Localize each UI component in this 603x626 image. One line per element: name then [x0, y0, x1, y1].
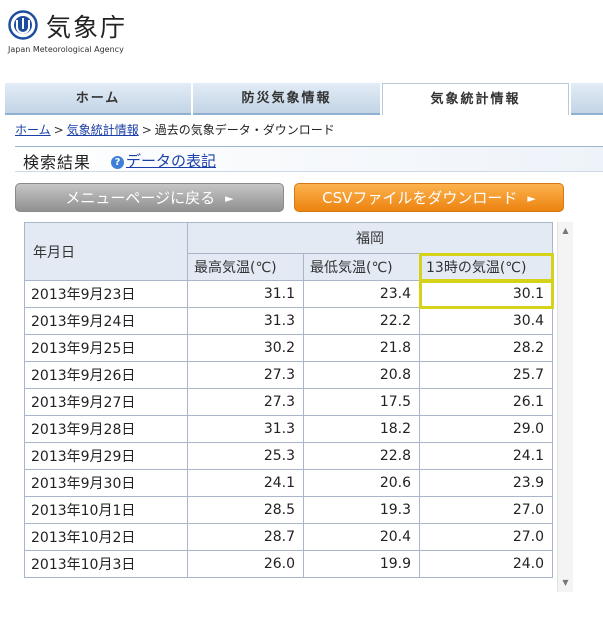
max-temp-cell: 27.3 [187, 361, 304, 389]
page-title: 検索結果 [23, 153, 92, 172]
max-temp-cell: 26.0 [187, 550, 304, 578]
max-temp-header: 最高気温(℃) [187, 253, 304, 281]
max-temp-cell: 31.3 [187, 415, 304, 443]
temp-13h-cell: 25.7 [419, 361, 553, 389]
min-temp-cell: 22.8 [303, 442, 420, 470]
date-cell: 2013年9月26日 [24, 361, 188, 389]
min-temp-cell: 22.2 [303, 307, 420, 335]
tab-disaster-weather[interactable]: 防災気象情報 [193, 83, 380, 115]
max-temp-cell: 28.5 [187, 496, 304, 524]
agency-subtitle: Japan Meteorological Agency [8, 45, 124, 54]
results-table-body: 2013年9月23日 31.1 23.4 30.1 2013年9月24日 31.3 22.2… [24, 279, 554, 578]
date-cell: 2013年9月25日 [24, 334, 188, 362]
max-temp-cell: 27.3 [187, 388, 304, 416]
temp-13h-cell: 29.0 [419, 415, 553, 443]
breadcrumb-separator: > [141, 123, 152, 137]
date-column-header: 年月日 [24, 222, 188, 281]
table-row: 2013年10月3日 26.0 19.9 24.0 [24, 550, 553, 578]
table-row: 2013年9月27日 27.3 17.5 26.1 [24, 388, 553, 416]
date-cell: 2013年9月23日 [24, 280, 188, 308]
tab-overflow [571, 83, 603, 115]
temp-13h-cell: 24.0 [419, 550, 553, 578]
csv-download-button[interactable]: CSVファイルをダウンロード ► [294, 183, 564, 212]
jma-logo[interactable]: 気象庁 Japan Meteorological Agency [8, 6, 168, 56]
scroll-down-arrow-icon[interactable]: ▼ [558, 576, 573, 590]
arrow-right-icon: ► [225, 192, 234, 205]
breadcrumb-stats-link[interactable]: 気象統計情報 [67, 123, 139, 137]
results-table-container: 年月日 福岡 最高気温(℃) 最低気温(℃) 13時の気温(℃) 2013年9月… [24, 222, 554, 578]
table-row: 2013年9月23日 31.1 23.4 30.1 [24, 279, 554, 309]
date-cell: 2013年9月28日 [24, 415, 188, 443]
max-temp-cell: 28.7 [187, 523, 304, 551]
date-cell: 2013年10月3日 [24, 550, 188, 578]
min-temp-cell: 20.6 [303, 469, 420, 497]
temp-13h-cell: 27.0 [419, 523, 553, 551]
min-temp-cell: 19.9 [303, 550, 420, 578]
results-table: 年月日 福岡 最高気温(℃) 最低気温(℃) 13時の気温(℃) 2013年9月… [24, 222, 554, 578]
temp-13h-cell: 26.1 [419, 388, 553, 416]
min-temp-cell: 19.3 [303, 496, 420, 524]
max-temp-cell: 31.3 [187, 307, 304, 335]
breadcrumb: ホーム > 気象統計情報 > 過去の気象データ・ダウンロード [15, 121, 335, 138]
scroll-up-arrow-icon[interactable]: ▲ [558, 224, 573, 238]
results-title-bar: 検索結果 ? データの表記 [15, 146, 603, 172]
min-temp-cell: 23.4 [303, 280, 420, 308]
breadcrumb-home-link[interactable]: ホーム [15, 123, 51, 137]
temp-13h-cell: 28.2 [419, 334, 553, 362]
data-notation-label: データの表記 [126, 152, 217, 170]
table-row: 2013年9月29日 25.3 22.8 24.1 [24, 442, 553, 470]
breadcrumb-separator: > [53, 123, 64, 137]
temp-13h-cell: 30.4 [419, 307, 553, 335]
agency-name: 気象庁 [46, 13, 128, 42]
question-icon: ? [111, 156, 124, 169]
arrow-right-icon: ► [527, 192, 536, 205]
temp-13h-header: 13時の気温(℃) [418, 252, 554, 282]
data-notation-link[interactable]: ? データの表記 [111, 150, 216, 171]
max-temp-cell: 25.3 [187, 442, 304, 470]
tab-weather-statistics[interactable]: 気象統計情報 [382, 83, 569, 115]
table-row: 2013年10月2日 28.7 20.4 27.0 [24, 523, 553, 551]
table-row: 2013年10月1日 28.5 19.3 27.0 [24, 496, 553, 524]
back-to-menu-label: メニューページに戻る [65, 189, 216, 207]
min-temp-cell: 17.5 [303, 388, 420, 416]
min-temp-cell: 20.8 [303, 361, 420, 389]
tab-home[interactable]: ホーム [5, 83, 191, 115]
breadcrumb-current: 過去の気象データ・ダウンロード [154, 123, 335, 137]
min-temp-header: 最低気温(℃) [303, 253, 420, 281]
temp-13h-cell: 24.1 [419, 442, 553, 470]
min-temp-cell: 21.8 [303, 334, 420, 362]
max-temp-cell: 31.1 [187, 280, 304, 308]
table-scrollbar[interactable]: ▲ ▼ [557, 222, 573, 592]
table-row: 2013年9月26日 27.3 20.8 25.7 [24, 361, 553, 389]
date-cell: 2013年9月24日 [24, 307, 188, 335]
back-to-menu-button[interactable]: メニューページに戻る ► [15, 183, 284, 212]
table-row: 2013年9月25日 30.2 21.8 28.2 [24, 334, 553, 362]
table-row: 2013年9月24日 31.3 22.2 30.4 [24, 307, 553, 335]
date-cell: 2013年9月29日 [24, 442, 188, 470]
table-row: 2013年9月28日 31.3 18.2 29.0 [24, 415, 553, 443]
temp-13h-cell: 23.9 [419, 469, 553, 497]
jma-logo-icon [8, 10, 38, 40]
region-header: 福岡 [187, 222, 553, 254]
table-row: 2013年9月30日 24.1 20.6 23.9 [24, 469, 553, 497]
min-temp-cell: 20.4 [303, 523, 420, 551]
max-temp-cell: 30.2 [187, 334, 304, 362]
main-nav: ホーム 防災気象情報 気象統計情報 [5, 83, 603, 115]
min-temp-cell: 18.2 [303, 415, 420, 443]
date-cell: 2013年9月27日 [24, 388, 188, 416]
date-cell: 2013年9月30日 [24, 469, 188, 497]
date-cell: 2013年10月1日 [24, 496, 188, 524]
temp-13h-cell: 27.0 [419, 496, 553, 524]
csv-download-label: CSVファイルをダウンロード [322, 189, 518, 207]
max-temp-cell: 24.1 [187, 469, 304, 497]
date-cell: 2013年10月2日 [24, 523, 188, 551]
temp-13h-cell: 30.1 [418, 279, 554, 309]
